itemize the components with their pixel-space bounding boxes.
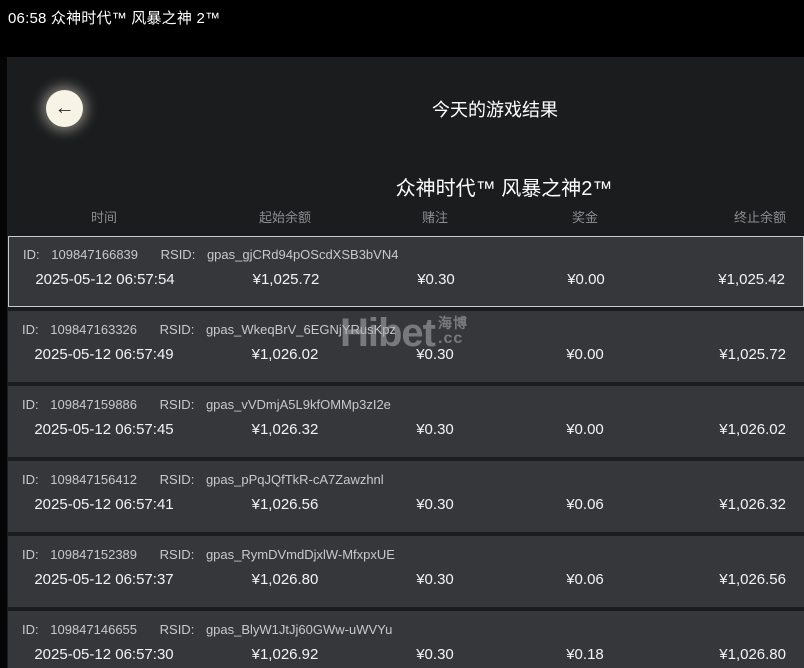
id-label: ID: — [22, 322, 39, 337]
row-id-line: ID: 109847146655 RSID: gpas_BlyW1JtJj60G… — [8, 622, 804, 637]
row-time: 2025-05-12 06:57:30 — [8, 646, 200, 663]
row-start-balance: ¥1,026.80 — [200, 571, 370, 588]
row-win: ¥0.00 — [500, 346, 670, 363]
column-header-end-balance: 终止余额 — [670, 207, 804, 226]
page-title: 今天的游戏结果 — [432, 96, 558, 122]
row-id-line: ID: 109847152389 RSID: gpas_RymDVmdDjxlW… — [8, 547, 804, 562]
column-header-time: 时间 — [8, 207, 200, 226]
app-screen: 06:58 众神时代™ 风暴之神 2™ ← 今天的游戏结果 众神时代™ 风暴之神… — [0, 0, 804, 668]
rsid-label: RSID: — [160, 622, 195, 637]
table-row[interactable]: ID: 109847156412 RSID: gpas_pPqJQfTkR-cA… — [8, 461, 804, 532]
row-start-balance: ¥1,025.72 — [201, 271, 371, 288]
row-values-line: 2025-05-12 06:57:49 ¥1,026.02 ¥0.30 ¥0.0… — [8, 346, 804, 363]
status-bar: 06:58 众神时代™ 风暴之神 2™ — [0, 0, 804, 57]
id-value: 109847156412 — [50, 472, 137, 487]
row-win: ¥0.06 — [500, 496, 670, 513]
table-row[interactable]: ID: 109847146655 RSID: gpas_BlyW1JtJj60G… — [8, 611, 804, 668]
rsid-value: gpas_WkeqBrV_6EGNjYRusKpz — [206, 322, 396, 337]
column-header-bet: 赌注 — [370, 207, 500, 226]
row-id-line: ID: 109847166839 RSID: gpas_gjCRd94pOScd… — [9, 247, 803, 262]
row-win: ¥0.00 — [500, 421, 670, 438]
id-label: ID: — [22, 547, 39, 562]
row-values-line: 2025-05-12 06:57:45 ¥1,026.32 ¥0.30 ¥0.0… — [8, 421, 804, 438]
id-label: ID: — [23, 247, 40, 262]
results-panel: ← 今天的游戏结果 众神时代™ 风暴之神2™ 时间 起始余额 赌注 奖金 终止余… — [7, 57, 804, 668]
row-start-balance: ¥1,026.02 — [200, 346, 370, 363]
row-bet: ¥0.30 — [370, 496, 500, 513]
row-id-line: ID: 109847159886 RSID: gpas_vVDmjA5L9kfO… — [8, 397, 804, 412]
column-header-start-balance: 起始余额 — [200, 207, 370, 226]
row-start-balance: ¥1,026.56 — [200, 496, 370, 513]
row-end-balance: ¥1,025.72 — [670, 346, 804, 363]
back-button[interactable]: ← — [46, 90, 83, 127]
row-win: ¥0.18 — [500, 646, 670, 663]
back-arrow-icon: ← — [55, 98, 75, 118]
row-time: 2025-05-12 06:57:45 — [8, 421, 200, 438]
row-end-balance: ¥1,026.32 — [670, 496, 804, 513]
game-title: 众神时代™ 风暴之神2™ — [396, 172, 613, 201]
table-row[interactable]: ID: 109847166839 RSID: gpas_gjCRd94pOScd… — [8, 236, 804, 307]
row-values-line: 2025-05-12 06:57:54 ¥1,025.72 ¥0.30 ¥0.0… — [9, 271, 803, 288]
id-value: 109847152389 — [50, 547, 137, 562]
id-value: 109847146655 — [50, 622, 137, 637]
rsid-value: gpas_RymDVmdDjxlW-MfxpxUE — [206, 547, 395, 562]
row-start-balance: ¥1,026.32 — [200, 421, 370, 438]
row-end-balance: ¥1,026.56 — [670, 571, 804, 588]
row-time: 2025-05-12 06:57:54 — [9, 271, 201, 288]
left-edge-strip — [0, 57, 7, 668]
id-value: 109847166839 — [51, 247, 138, 262]
row-time: 2025-05-12 06:57:37 — [8, 571, 200, 588]
rsid-label: RSID: — [160, 322, 195, 337]
row-id-line: ID: 109847163326 RSID: gpas_WkeqBrV_6EGN… — [8, 322, 804, 337]
row-time: 2025-05-12 06:57:41 — [8, 496, 200, 513]
status-bar-text: 06:58 众神时代™ 风暴之神 2™ — [8, 7, 220, 28]
table-header: 时间 起始余额 赌注 奖金 终止余额 — [8, 207, 804, 226]
row-bet: ¥0.30 — [370, 421, 500, 438]
row-end-balance: ¥1,026.02 — [670, 421, 804, 438]
row-values-line: 2025-05-12 06:57:30 ¥1,026.92 ¥0.30 ¥0.1… — [8, 646, 804, 663]
table-row[interactable]: ID: 109847163326 RSID: gpas_WkeqBrV_6EGN… — [8, 311, 804, 382]
row-end-balance: ¥1,026.80 — [670, 646, 804, 663]
row-values-line: 2025-05-12 06:57:41 ¥1,026.56 ¥0.30 ¥0.0… — [8, 496, 804, 513]
row-win: ¥0.00 — [501, 271, 671, 288]
row-bet: ¥0.30 — [370, 346, 500, 363]
table-row[interactable]: ID: 109847159886 RSID: gpas_vVDmjA5L9kfO… — [8, 386, 804, 457]
row-time: 2025-05-12 06:57:49 — [8, 346, 200, 363]
results-list: ID: 109847166839 RSID: gpas_gjCRd94pOScd… — [8, 236, 804, 668]
id-label: ID: — [22, 622, 39, 637]
rsid-label: RSID: — [160, 472, 195, 487]
rsid-label: RSID: — [160, 547, 195, 562]
id-value: 109847159886 — [50, 397, 137, 412]
row-win: ¥0.06 — [500, 571, 670, 588]
column-header-win: 奖金 — [500, 207, 670, 226]
table-row[interactable]: ID: 109847152389 RSID: gpas_RymDVmdDjxlW… — [8, 536, 804, 607]
row-bet: ¥0.30 — [371, 271, 501, 288]
rsid-value: gpas_BlyW1JtJj60GWw-uWVYu — [206, 622, 392, 637]
rsid-label: RSID: — [161, 247, 196, 262]
row-start-balance: ¥1,026.92 — [200, 646, 370, 663]
rsid-value: gpas_pPqJQfTkR-cA7Zawzhnl — [206, 472, 384, 487]
rsid-value: gpas_gjCRd94pOScdXSB3bVN4 — [207, 247, 399, 262]
id-value: 109847163326 — [50, 322, 137, 337]
row-values-line: 2025-05-12 06:57:37 ¥1,026.80 ¥0.30 ¥0.0… — [8, 571, 804, 588]
row-end-balance: ¥1,025.42 — [671, 271, 803, 288]
id-label: ID: — [22, 397, 39, 412]
row-bet: ¥0.30 — [370, 646, 500, 663]
row-bet: ¥0.30 — [370, 571, 500, 588]
rsid-value: gpas_vVDmjA5L9kfOMMp3zI2e — [206, 397, 391, 412]
rsid-label: RSID: — [160, 397, 195, 412]
id-label: ID: — [22, 472, 39, 487]
row-id-line: ID: 109847156412 RSID: gpas_pPqJQfTkR-cA… — [8, 472, 804, 487]
